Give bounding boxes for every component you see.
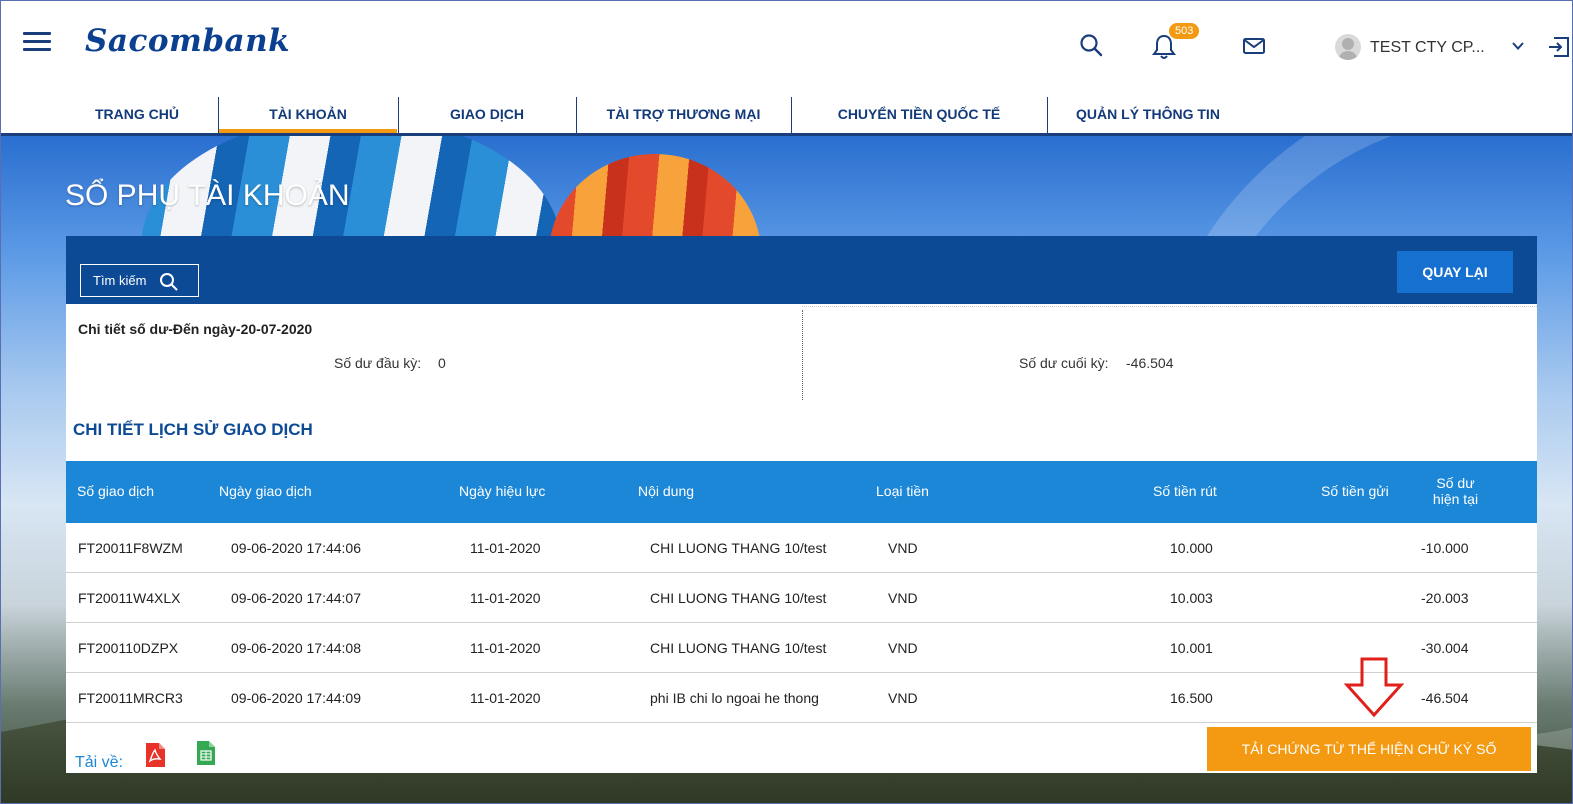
user-name[interactable]: TEST CTY CP... (1370, 39, 1485, 57)
card-toolbar: Tìm kiếm QUAY LẠI (66, 236, 1537, 304)
main-nav: TRANG CHỦ TÀI KHOẢN GIAO DỊCH TÀI TRỢ TH… (1, 97, 1572, 133)
closing-balance-value: -46.504 (1126, 355, 1174, 371)
cell-withdraw: 16.500 (1170, 690, 1213, 706)
download-signed-document-button[interactable]: TẢI CHỨNG TỪ THỂ HIỆN CHỮ KÝ SỐ (1207, 727, 1531, 771)
nav-item-tai-khoan[interactable]: TÀI KHOẢN (219, 97, 397, 133)
cell-content: CHI LUONG THANG 10/test (650, 640, 827, 656)
cell-currency: VND (888, 540, 918, 556)
cell-effective-date: 11-01-2020 (470, 540, 541, 556)
table-header: Số giao dịch Ngày giao dịch Ngày hiệu lự… (66, 461, 1537, 523)
cell-currency: VND (888, 690, 918, 706)
cell-effective-date: 11-01-2020 (470, 690, 541, 706)
cell-balance: -46.504 (1421, 690, 1469, 706)
balance-summary-title: Chi tiết số dư-Đến ngày-20-07-2020 (78, 321, 313, 337)
back-button[interactable]: QUAY LẠI (1397, 251, 1513, 293)
history-section-title: CHI TIẾT LỊCH SỬ GIAO DỊCH (73, 420, 313, 439)
nav-item-giao-dich[interactable]: GIAO DỊCH (399, 97, 575, 133)
download-label: Tải về: (75, 754, 124, 771)
avatar[interactable] (1335, 34, 1361, 60)
table-row[interactable]: FT200110DZPX 09-06-2020 17:44:08 11-01-2… (66, 623, 1537, 673)
divider (802, 306, 1537, 307)
cell-withdraw: 10.003 (1170, 590, 1213, 606)
sacombank-logo[interactable]: Sacombank (85, 23, 290, 59)
table-row[interactable]: FT20011F8WZM 09-06-2020 17:44:06 11-01-2… (66, 523, 1537, 573)
top-header: Sacombank 503 TEST CTY CP... (1, 1, 1572, 91)
cell-content: phi IB chi lo ngoai he thong (650, 690, 819, 706)
column-header-withdraw: Số tiền rút (1153, 483, 1217, 499)
cell-txn-no: FT20011F8WZM (78, 540, 183, 556)
search-icon (160, 273, 178, 291)
column-header-balance: Số dư hiện tại (1418, 475, 1493, 507)
cell-currency: VND (888, 640, 918, 656)
search-label: Tìm kiếm (93, 273, 147, 288)
app-window: Sacombank 503 TEST CTY CP... TRANG CHỦ T… (0, 0, 1573, 804)
nav-item-chuyen-tien-quoc-te[interactable]: CHUYỂN TIỀN QUỐC TẾ (792, 97, 1046, 133)
column-header-currency: Loại tiền (876, 483, 929, 499)
divider (802, 310, 803, 400)
chevron-down-icon[interactable] (1511, 39, 1525, 56)
column-header-txn-no: Số giao dịch (77, 483, 155, 499)
cell-withdraw: 10.000 (1170, 540, 1213, 556)
cell-txn-date: 09-06-2020 17:44:07 (231, 590, 361, 606)
cell-txn-no: FT200110DZPX (78, 640, 179, 656)
column-header-deposit: Số tiền gửi (1321, 483, 1389, 499)
page-title: SỔ PHỤ TÀI KHOẢN (65, 179, 350, 212)
cell-txn-date: 09-06-2020 17:44:09 (231, 690, 361, 706)
table-row[interactable]: FT20011W4XLX 09-06-2020 17:44:07 11-01-2… (66, 573, 1537, 623)
cell-txn-no: FT20011W4XLX (78, 590, 181, 606)
column-header-content: Nội dung (638, 483, 695, 499)
cell-balance: -20.003 (1421, 590, 1469, 606)
closing-balance-label: Số dư cuối kỳ: (1019, 355, 1109, 371)
down-arrow-annotation-icon (1343, 657, 1405, 719)
excel-icon[interactable] (196, 740, 216, 766)
cell-balance: -30.004 (1421, 640, 1469, 656)
cell-txn-no: FT20011MRCR3 (78, 690, 183, 706)
column-header-balance-line1: Số dư (1436, 475, 1475, 491)
column-header-effective-date: Ngày hiệu lực (459, 483, 546, 499)
table-row[interactable]: FT20011MRCR3 09-06-2020 17:44:09 11-01-2… (66, 673, 1537, 723)
cell-currency: VND (888, 590, 918, 606)
nav-item-tai-tro-thuong-mai[interactable]: TÀI TRỢ THƯƠNG MẠI (577, 97, 790, 133)
cell-withdraw: 10.001 (1170, 640, 1213, 656)
column-header-txn-date: Ngày giao dịch (219, 483, 312, 499)
cell-effective-date: 11-01-2020 (470, 590, 541, 606)
search-icon[interactable] (1079, 33, 1107, 61)
opening-balance-label: Số dư đầu kỳ: (334, 355, 422, 371)
opening-balance-value: 0 (438, 355, 446, 371)
cell-balance: -10.000 (1421, 540, 1469, 556)
cell-content: CHI LUONG THANG 10/test (650, 540, 827, 556)
cell-txn-date: 09-06-2020 17:44:06 (231, 540, 361, 556)
statement-card: Tìm kiếm QUAY LẠI Chi tiết số dư-Đến ngà… (66, 236, 1537, 773)
search-button[interactable]: Tìm kiếm (80, 264, 199, 297)
cell-effective-date: 11-01-2020 (470, 640, 541, 656)
logout-icon[interactable] (1548, 34, 1572, 58)
pdf-icon[interactable] (144, 742, 166, 768)
menu-icon[interactable] (23, 32, 51, 52)
nav-item-trang-chu[interactable]: TRANG CHỦ (57, 97, 217, 133)
cell-txn-date: 09-06-2020 17:44:08 (231, 640, 361, 656)
nav-item-quan-ly-thong-tin[interactable]: QUẢN LÝ THÔNG TIN (1048, 97, 1248, 133)
cell-content: CHI LUONG THANG 10/test (650, 590, 827, 606)
column-header-balance-line2: hiện tại (1432, 491, 1479, 507)
notification-badge: 503 (1169, 23, 1200, 39)
mail-icon[interactable] (1241, 33, 1269, 61)
